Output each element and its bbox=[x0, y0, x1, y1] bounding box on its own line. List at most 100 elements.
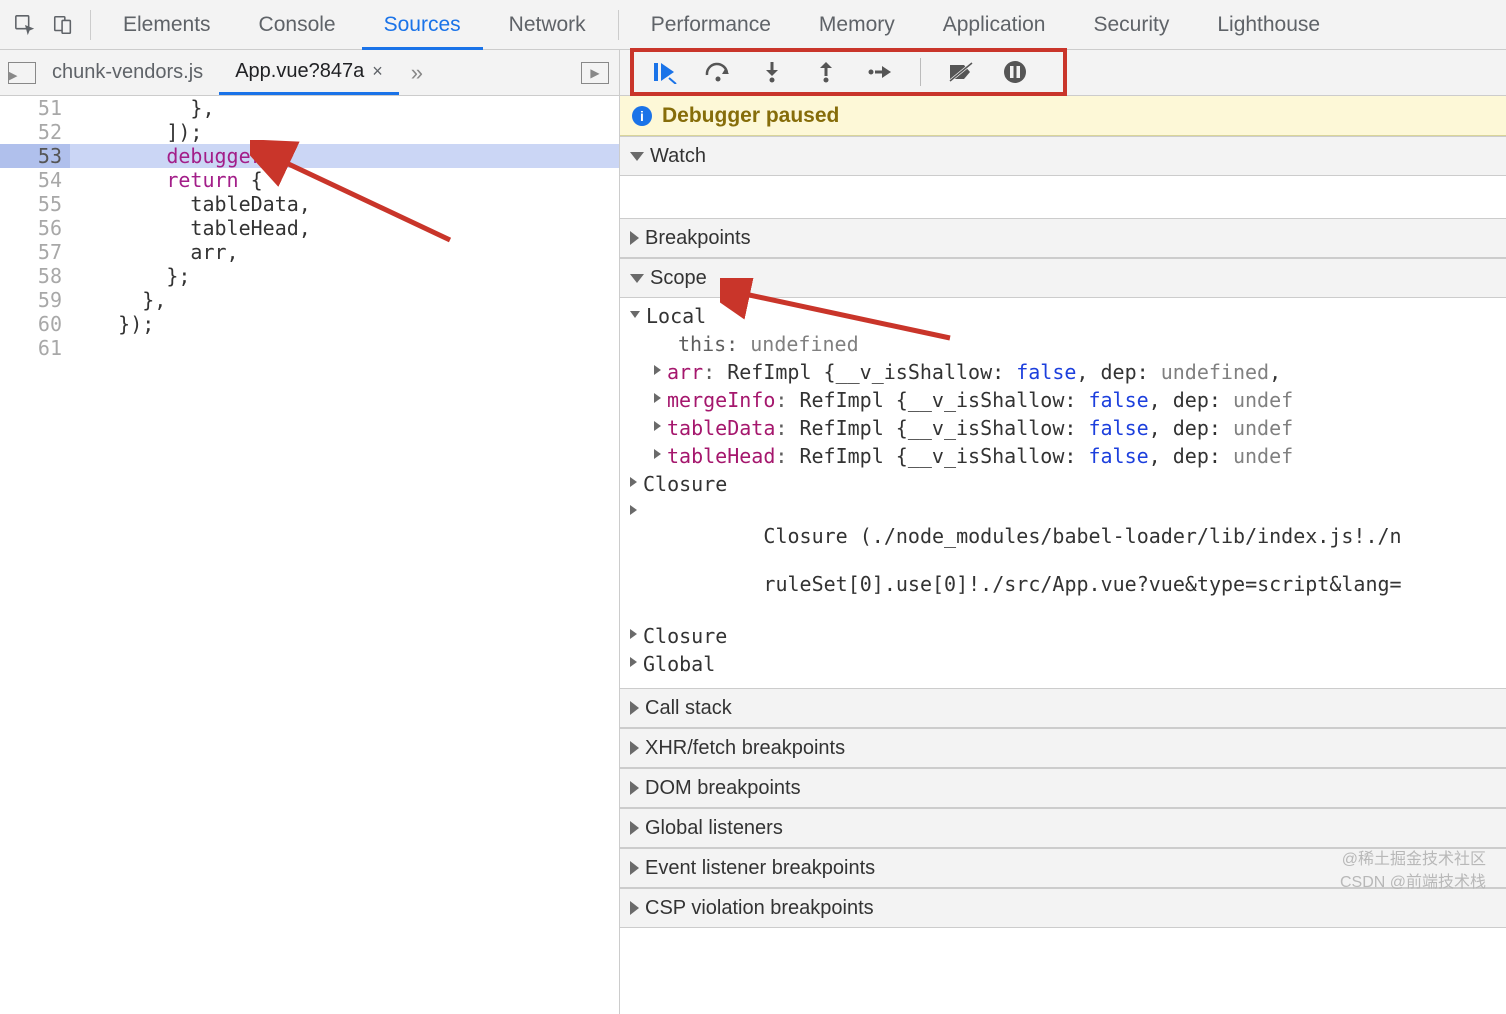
section-label: Call stack bbox=[645, 697, 732, 720]
section-watch[interactable]: Watch bbox=[620, 136, 1506, 176]
section-label: DOM breakpoints bbox=[645, 777, 801, 800]
separator bbox=[618, 10, 619, 40]
scope-local-label: Local bbox=[646, 304, 706, 328]
code-line[interactable]: 51 }, bbox=[0, 96, 619, 120]
closure-label: Closure bbox=[643, 472, 727, 496]
tab-application[interactable]: Application bbox=[921, 0, 1068, 50]
debugger-sidebar-toggle-icon[interactable]: ▶ bbox=[581, 62, 609, 84]
line-number: 56 bbox=[0, 216, 70, 240]
var-name: arr bbox=[667, 360, 703, 384]
file-tab-label: App.vue?847a bbox=[235, 60, 364, 83]
file-tab-app-vue[interactable]: App.vue?847a × bbox=[219, 50, 399, 95]
var-name: tableHead bbox=[667, 444, 775, 468]
tab-security[interactable]: Security bbox=[1071, 0, 1191, 50]
section-label: Global listeners bbox=[645, 817, 783, 840]
code-line[interactable]: 53 debugger; bbox=[0, 144, 619, 168]
chevron-right-icon bbox=[630, 701, 639, 715]
chevron-right-icon bbox=[630, 231, 639, 245]
pause-on-exceptions-button[interactable] bbox=[1001, 58, 1029, 86]
chevron-right-icon bbox=[630, 861, 639, 875]
device-toggle-icon[interactable] bbox=[46, 8, 80, 42]
tab-console[interactable]: Console bbox=[237, 0, 358, 50]
scope-closure[interactable]: Closure bbox=[620, 622, 1506, 650]
chevron-right-icon bbox=[630, 629, 637, 639]
main-split: 51 },52 ]);53 debugger;54 return {55 tab… bbox=[0, 96, 1506, 1014]
global-label: Global bbox=[643, 652, 715, 676]
section-xhr[interactable]: XHR/fetch breakpoints bbox=[620, 728, 1506, 768]
closure-path1: Closure (./node_modules/babel-loader/lib… bbox=[763, 524, 1401, 548]
section-label: Breakpoints bbox=[645, 227, 751, 250]
code-content: return { bbox=[70, 168, 263, 192]
tab-memory[interactable]: Memory bbox=[797, 0, 917, 50]
inspect-element-icon[interactable] bbox=[8, 8, 42, 42]
chevron-right-icon bbox=[630, 657, 637, 667]
line-number: 52 bbox=[0, 120, 70, 144]
step-out-button[interactable] bbox=[812, 58, 840, 86]
code-content: debugger; bbox=[70, 144, 275, 168]
code-line[interactable]: 52 ]); bbox=[0, 120, 619, 144]
step-button[interactable] bbox=[866, 58, 894, 86]
more-tabs-icon[interactable]: » bbox=[399, 60, 435, 86]
info-icon: i bbox=[632, 106, 652, 126]
step-over-button[interactable] bbox=[704, 58, 732, 86]
chevron-right-icon bbox=[630, 741, 639, 755]
paused-text: Debugger paused bbox=[662, 104, 839, 128]
code-line[interactable]: 60 }); bbox=[0, 312, 619, 336]
code-line[interactable]: 61 bbox=[0, 336, 619, 360]
chevron-right-icon bbox=[654, 449, 661, 459]
chevron-right-icon bbox=[630, 901, 639, 915]
scope-global[interactable]: Global bbox=[620, 650, 1506, 678]
code-content: }); bbox=[70, 312, 154, 336]
chevron-right-icon bbox=[654, 421, 661, 431]
scope-closure[interactable]: Closure bbox=[620, 470, 1506, 498]
step-into-button[interactable] bbox=[758, 58, 786, 86]
navigator-toggle-icon[interactable]: ▶ bbox=[8, 62, 36, 84]
section-csp[interactable]: CSP violation breakpoints bbox=[620, 888, 1506, 928]
line-number: 60 bbox=[0, 312, 70, 336]
scope-body: Local this: undefined arr: RefImpl {__v_… bbox=[620, 298, 1506, 688]
file-tab-vendors[interactable]: chunk-vendors.js bbox=[36, 50, 219, 95]
code-content: tableData, bbox=[70, 192, 311, 216]
tab-network[interactable]: Network bbox=[487, 0, 608, 50]
var-label: this bbox=[678, 332, 726, 356]
scope-this[interactable]: this: undefined bbox=[620, 330, 1506, 358]
tab-sources[interactable]: Sources bbox=[362, 0, 483, 50]
tab-elements[interactable]: Elements bbox=[101, 0, 233, 50]
line-number: 59 bbox=[0, 288, 70, 312]
chevron-down-icon bbox=[630, 152, 644, 161]
chevron-right-icon bbox=[654, 393, 661, 403]
scope-variable[interactable]: arr: RefImpl {__v_isShallow: false, dep:… bbox=[620, 358, 1506, 386]
code-line[interactable]: 57 arr, bbox=[0, 240, 619, 264]
close-icon[interactable]: × bbox=[372, 61, 383, 82]
code-editor[interactable]: 51 },52 ]);53 debugger;54 return {55 tab… bbox=[0, 96, 620, 1014]
section-label: Event listener breakpoints bbox=[645, 857, 875, 880]
scope-local[interactable]: Local bbox=[620, 302, 1506, 330]
section-callstack[interactable]: Call stack bbox=[620, 688, 1506, 728]
scope-variable[interactable]: tableHead: RefImpl {__v_isShallow: false… bbox=[620, 442, 1506, 470]
section-label: Watch bbox=[650, 145, 706, 168]
section-scope[interactable]: Scope bbox=[620, 258, 1506, 298]
closure-label: Closure bbox=[643, 624, 727, 648]
code-line[interactable]: 58 }; bbox=[0, 264, 619, 288]
line-number: 57 bbox=[0, 240, 70, 264]
code-line[interactable]: 54 return { bbox=[0, 168, 619, 192]
scope-variable[interactable]: mergeInfo: RefImpl {__v_isShallow: false… bbox=[620, 386, 1506, 414]
tab-performance[interactable]: Performance bbox=[629, 0, 793, 50]
resume-button[interactable] bbox=[650, 58, 678, 86]
code-line[interactable]: 59 }, bbox=[0, 288, 619, 312]
chevron-right-icon bbox=[654, 365, 661, 375]
code-line[interactable]: 55 tableData, bbox=[0, 192, 619, 216]
chevron-right-icon bbox=[630, 477, 637, 487]
section-dom[interactable]: DOM breakpoints bbox=[620, 768, 1506, 808]
deactivate-breakpoints-button[interactable] bbox=[947, 58, 975, 86]
var-name: mergeInfo bbox=[667, 388, 775, 412]
tab-lighthouse[interactable]: Lighthouse bbox=[1195, 0, 1342, 50]
watermark: @稀土掘金技术社区 CSDN @前端技术栈 bbox=[1340, 849, 1486, 894]
code-line[interactable]: 56 tableHead, bbox=[0, 216, 619, 240]
section-breakpoints[interactable]: Breakpoints bbox=[620, 218, 1506, 258]
scope-variable[interactable]: tableData: RefImpl {__v_isShallow: false… bbox=[620, 414, 1506, 442]
scope-closure-path[interactable]: Closure (./node_modules/babel-loader/lib… bbox=[620, 498, 1506, 622]
section-global-listeners[interactable]: Global listeners bbox=[620, 808, 1506, 848]
line-number: 61 bbox=[0, 336, 70, 360]
chevron-right-icon bbox=[630, 781, 639, 795]
